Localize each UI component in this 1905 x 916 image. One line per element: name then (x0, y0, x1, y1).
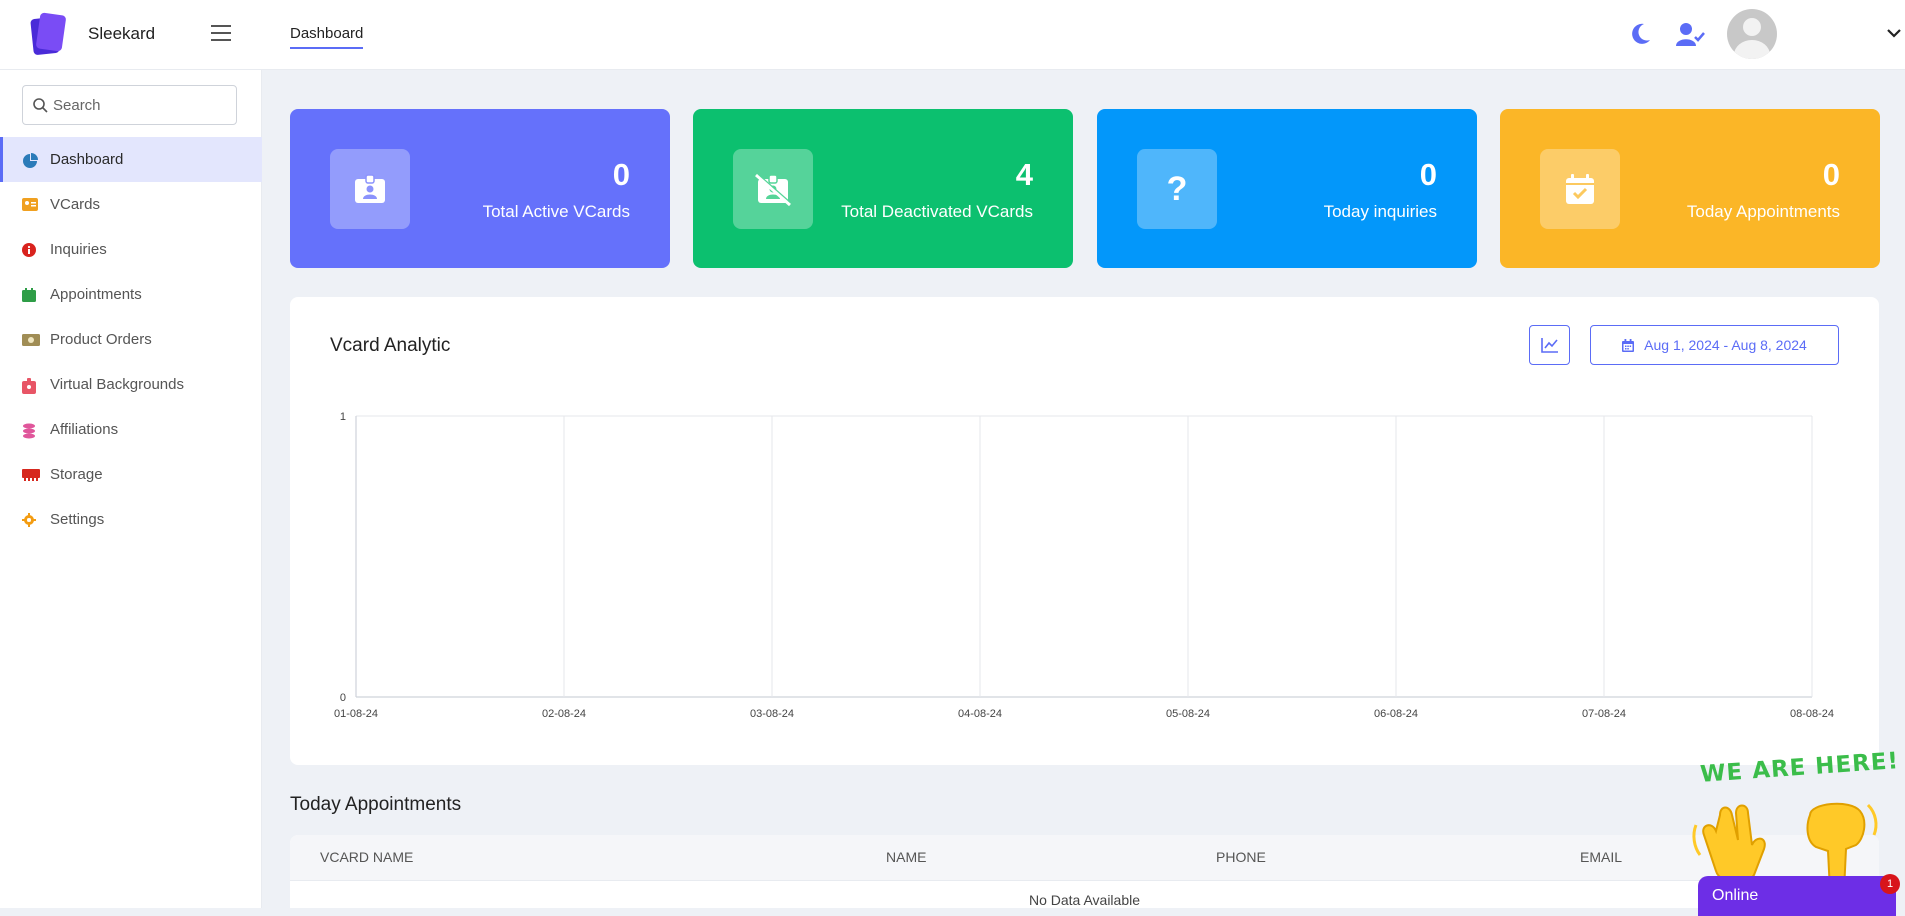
column-header[interactable]: NAME (886, 849, 926, 865)
question-icon: ? (1137, 149, 1217, 229)
sidebar-item-label: Appointments (50, 286, 142, 303)
stat-label: Today Appointments (1686, 202, 1840, 221)
sidebar-item-label: Storage (50, 466, 103, 483)
x-tick-label: 02-08-24 (542, 708, 586, 720)
table-header: VCARD NAME NAME PHONE EMAIL (290, 835, 1879, 881)
x-tick-label: 03-08-24 (750, 708, 794, 720)
sidebar-item-inquiries[interactable]: Inquiries (0, 227, 262, 272)
x-tick-label: 05-08-24 (1166, 708, 1210, 720)
sidebar-item-dashboard[interactable]: Dashboard (0, 137, 262, 182)
x-tick-label: 06-08-24 (1374, 708, 1418, 720)
search-input[interactable] (53, 94, 228, 116)
waving-hand-icon (1692, 804, 1766, 883)
breadcrumb-dashboard[interactable]: Dashboard (290, 25, 364, 49)
sidebar-item-label: Affiliations (50, 421, 119, 438)
pie-chart-icon (22, 152, 38, 168)
sidebar-item-label: Virtual Backgrounds (50, 376, 184, 393)
column-header[interactable]: VCARD NAME (320, 849, 413, 865)
stat-value: 0 (612, 157, 630, 192)
user-check-icon[interactable] (1676, 22, 1706, 48)
stat-value: 0 (1419, 157, 1437, 192)
appointments-table: VCARD NAME NAME PHONE EMAIL No Data Avai… (290, 835, 1879, 908)
y-tick-label: 0 (340, 692, 346, 704)
app-name: Sleekard (88, 24, 156, 43)
sidebar-item-product-orders[interactable]: Product Orders (0, 317, 262, 362)
dark-mode-moon-icon[interactable] (1630, 22, 1652, 46)
vcard-analytic-chart: 01-08-24 02-08-24 03-08-24 04-08-24 05-08-24… (334, 411, 1834, 720)
sidebar-item-label: Inquiries (50, 241, 107, 258)
sidebar-item-vcards[interactable]: VCards (0, 182, 262, 227)
badge-icon (22, 377, 38, 394)
notification-badge: 1 (1880, 874, 1900, 894)
sidebar-item-storage[interactable]: Storage (0, 452, 262, 497)
stat-card-deactivated-vcards[interactable]: 4 Total Deactivated VCards (693, 109, 1073, 268)
id-card-icon (22, 197, 38, 212)
id-badge-icon (330, 149, 410, 229)
x-tick-label: 04-08-24 (958, 708, 1002, 720)
calendar-check-icon (1540, 149, 1620, 229)
chat-status: Online (1712, 887, 1759, 904)
stat-card-today-appointments[interactable]: 0 Today Appointments (1500, 109, 1880, 268)
sidebar-item-affiliations[interactable]: Affiliations (0, 407, 262, 452)
sidebar-item-label: Settings (50, 511, 105, 528)
app-logo-icon[interactable] (30, 12, 67, 56)
search-icon (33, 98, 48, 113)
chat-online-button[interactable]: Online (1698, 876, 1896, 916)
sidebar-item-label: Product Orders (50, 331, 152, 348)
x-tick-label: 07-08-24 (1582, 708, 1626, 720)
menu-toggle-icon[interactable] (211, 25, 231, 41)
top-bar: Sleekard Dashboard (0, 0, 1905, 70)
stat-value: 0 (1822, 157, 1840, 192)
x-tick-label: 08-08-24 (1790, 708, 1834, 720)
sidebar-nav: Dashboard VCards Inquiries Appointments … (0, 137, 262, 542)
widget-banner-text: WE ARE HERE! (1699, 748, 1900, 788)
section-title: Today Appointments (290, 794, 462, 815)
stat-value: 4 (1015, 157, 1033, 192)
stat-card-active-vcards[interactable]: 0 Total Active VCards (290, 109, 670, 268)
calendar-icon (22, 287, 38, 302)
money-bill-icon (22, 333, 40, 347)
user-avatar[interactable] (1727, 9, 1777, 59)
chevron-down-icon[interactable] (1885, 26, 1903, 40)
info-circle-icon (22, 242, 38, 257)
column-header[interactable]: PHONE (1216, 849, 1266, 865)
gear-icon (22, 512, 38, 527)
sidebar-item-appointments[interactable]: Appointments (0, 272, 262, 317)
x-tick-label: 01-08-24 (334, 708, 378, 720)
sidebar-item-virtual-backgrounds[interactable]: Virtual Backgrounds (0, 362, 262, 407)
column-header[interactable]: EMAIL (1580, 849, 1622, 865)
y-tick-label: 1 (340, 411, 346, 423)
coins-icon (22, 423, 38, 438)
sidebar-item-label: VCards (50, 196, 101, 213)
memory-icon (22, 468, 40, 482)
stat-label: Total Deactivated VCards (841, 202, 1033, 221)
vcard-analytic-panel: Vcard Analytic Aug 1, 2024 - Aug 8, 2024… (290, 297, 1879, 765)
stat-label: Total Active VCards (482, 202, 630, 221)
sidebar-item-settings[interactable]: Settings (0, 497, 262, 542)
sidebar-item-label: Dashboard (50, 151, 124, 168)
sidebar: Dashboard VCards Inquiries Appointments … (0, 70, 262, 908)
search-box (22, 85, 237, 125)
id-badge-slash-icon (733, 149, 813, 229)
stat-card-today-inquiries[interactable]: ? 0 Today inquiries (1097, 109, 1477, 268)
empty-state-text: No Data Available (1028, 892, 1141, 908)
stat-label: Today inquiries (1323, 202, 1437, 221)
